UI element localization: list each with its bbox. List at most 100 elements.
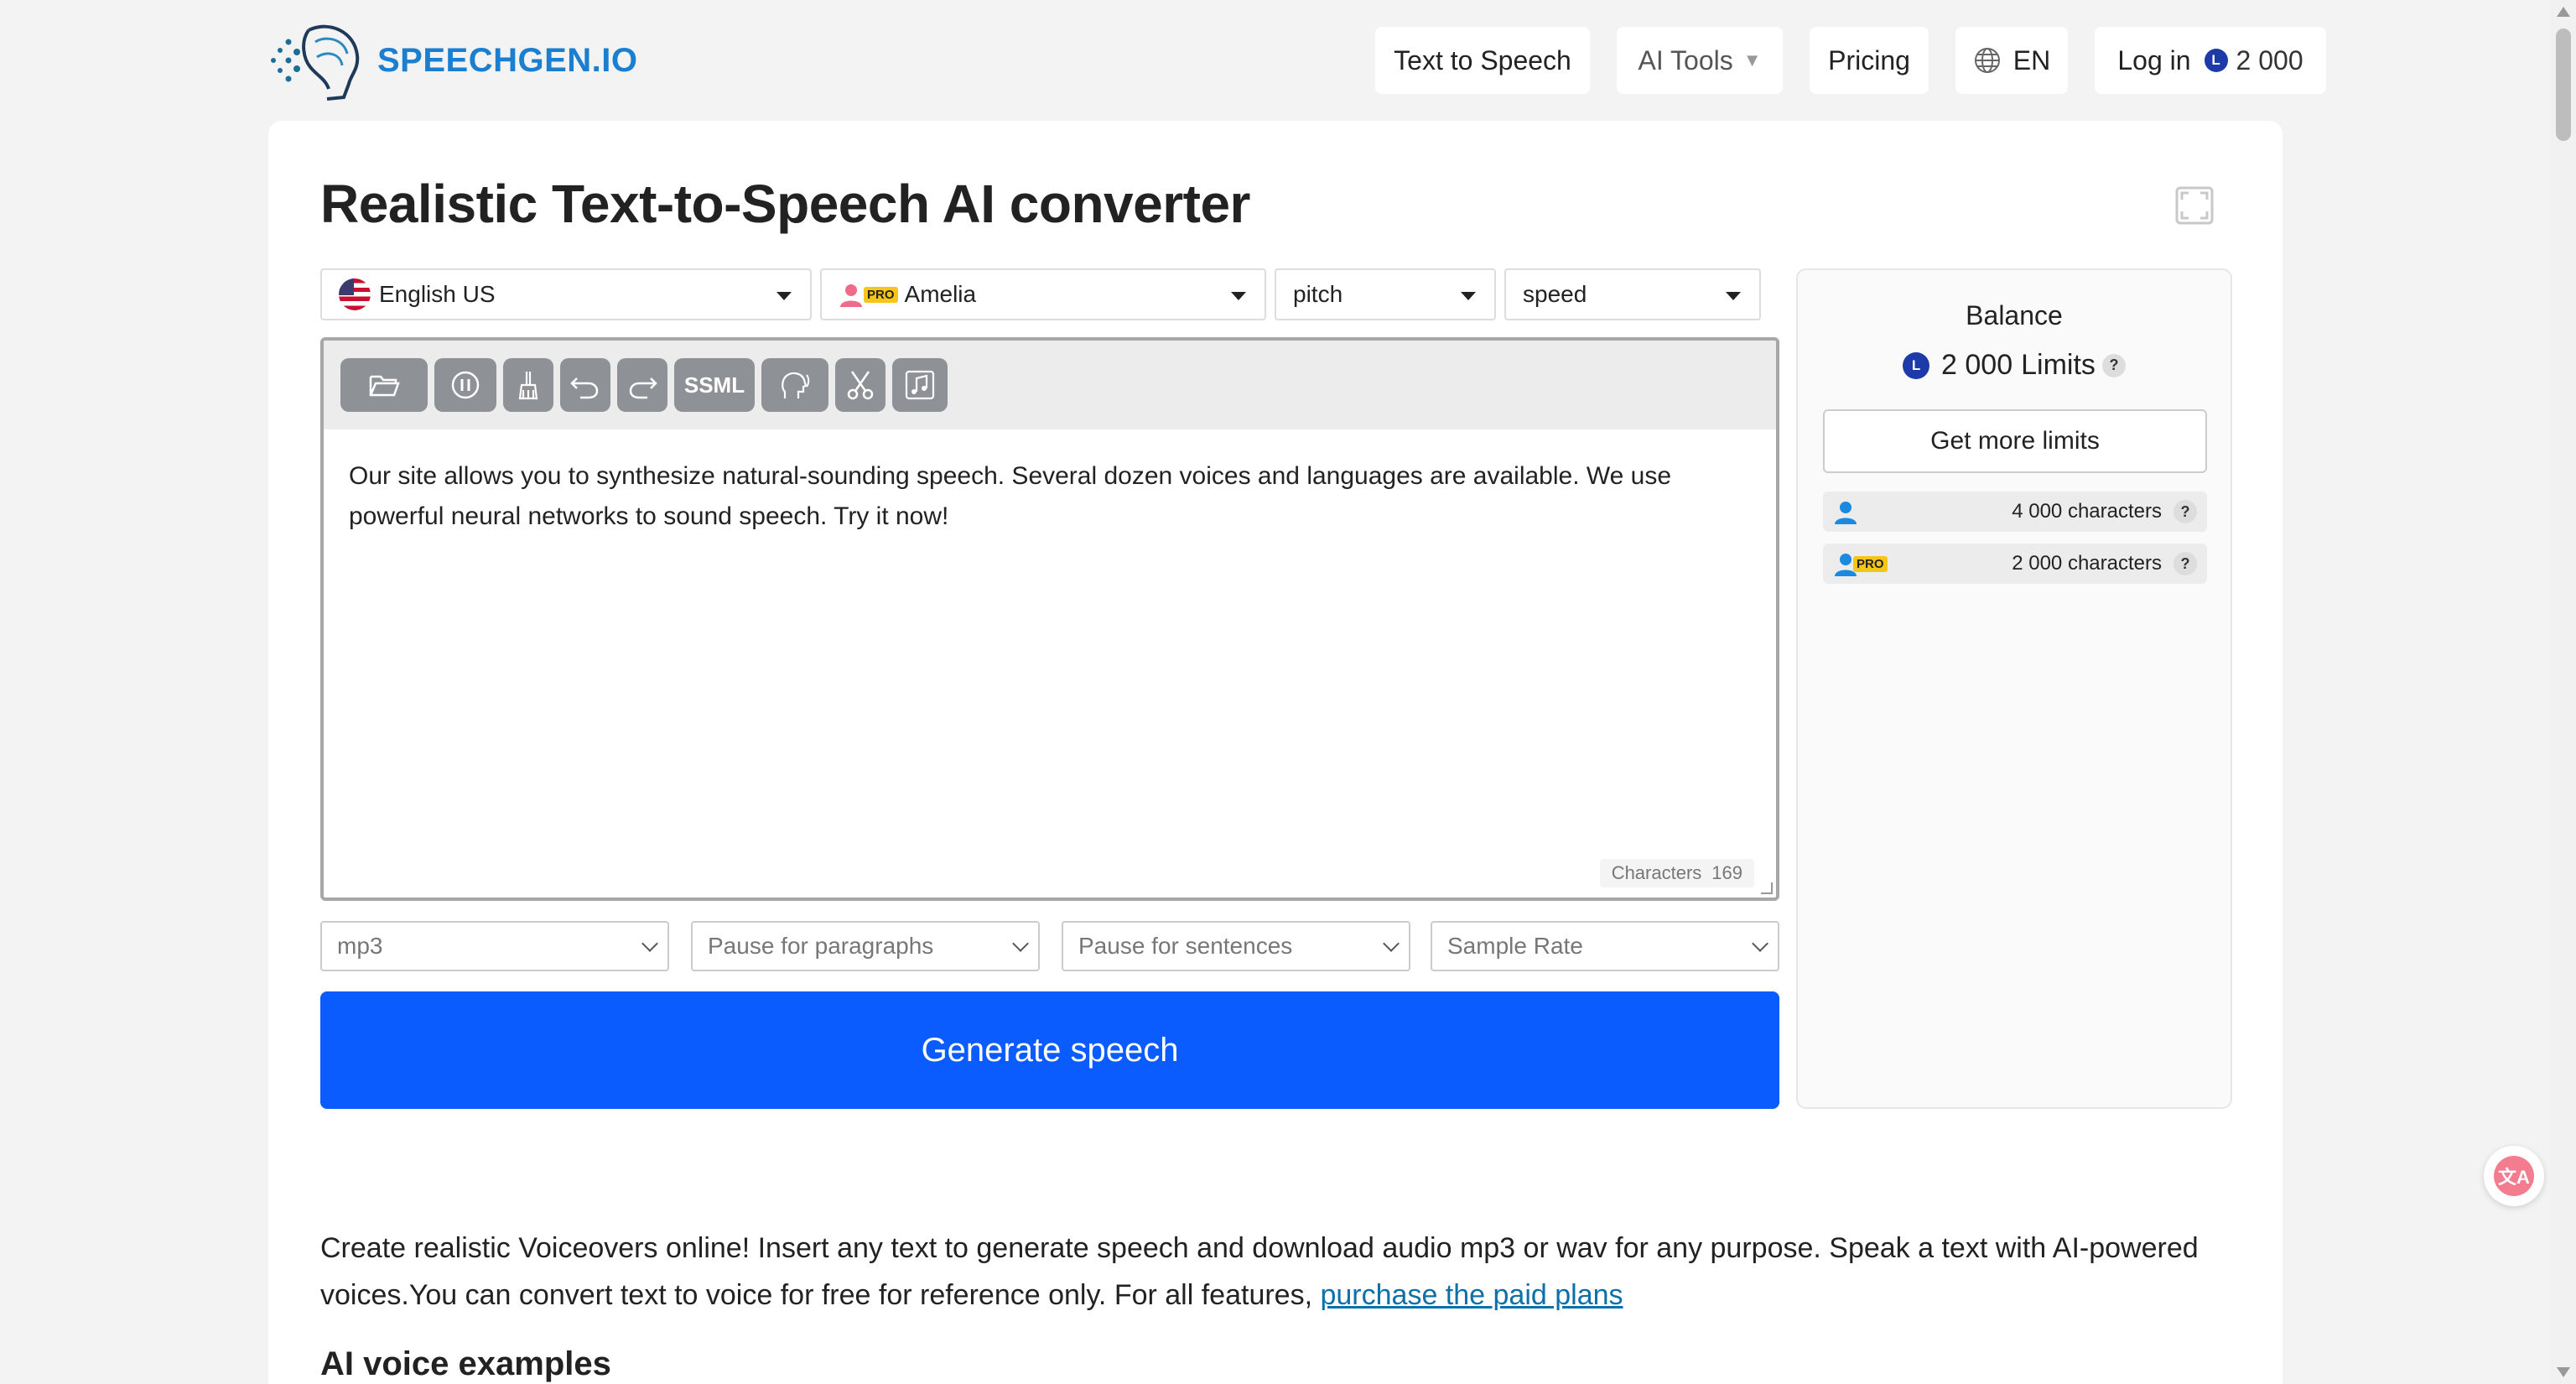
pause-sentences-value: Pause for sentences [1078, 933, 1293, 959]
scissors-icon [847, 371, 874, 400]
limits-coin-icon: L [2204, 49, 2228, 72]
site-logo[interactable]: SPEECHGEN.IO [267, 17, 669, 104]
login-balance: 2 000 [2236, 44, 2303, 75]
music-icon [905, 370, 935, 400]
logo-text: SPEECHGEN.IO [377, 41, 638, 79]
nav-ai-tools-label: AI Tools [1638, 44, 1733, 75]
ssml-label: SSML [683, 372, 745, 398]
login-label: Log in [2117, 44, 2191, 75]
nav-pricing[interactable]: Pricing [1810, 27, 1929, 94]
chevron-down-icon [1012, 935, 1029, 952]
nav-pricing-label: Pricing [1828, 44, 1910, 75]
limit-row-pro: PRO 2 000 characters ? [1823, 544, 2207, 584]
folder-open-icon [369, 375, 400, 397]
help-icon[interactable]: ? [2101, 353, 2126, 377]
us-flag-icon [339, 278, 371, 310]
pause-paragraphs-value: Pause for paragraphs [708, 933, 934, 959]
char-count-value: 169 [1711, 862, 1742, 883]
editor-toolbar: SSML [324, 341, 1776, 429]
broom-icon [518, 372, 538, 400]
balance-panel: Balance L 2 000 Limits ? Get more limits… [1796, 268, 2232, 1109]
translate-icon: 文A [2494, 1156, 2534, 1196]
pro-badge: PRO [864, 286, 898, 303]
paid-plans-link[interactable]: purchase the paid plans [1320, 1279, 1623, 1311]
help-icon[interactable]: ? [2174, 500, 2197, 523]
intro-text: Create realistic Voiceovers online! Inse… [320, 1232, 2199, 1311]
chevron-down-icon [641, 935, 658, 952]
voice-effects-button[interactable] [761, 358, 828, 412]
sample-rate-value: Sample Rate [1447, 933, 1583, 959]
caret-down-icon [776, 292, 792, 300]
speed-select[interactable]: speed [1504, 268, 1761, 320]
format-select-value: mp3 [337, 933, 383, 959]
character-counter: Characters 169 [1599, 859, 1754, 887]
clear-text-button[interactable] [503, 358, 553, 412]
insert-pause-button[interactable] [434, 358, 496, 412]
help-icon[interactable]: ? [2174, 552, 2197, 575]
limit-text: 2 000 characters [2012, 552, 2162, 575]
nav-text-to-speech[interactable]: Text to Speech [1375, 27, 1590, 94]
voice-select[interactable]: PRO Amelia [820, 268, 1266, 320]
redo-button[interactable] [617, 358, 667, 412]
ssml-button[interactable]: SSML [674, 358, 755, 412]
text-editor: SSML Our site allows you to synthesize n… [320, 337, 1779, 901]
limit-text: 4 000 characters [2012, 500, 2162, 523]
get-more-limits-label: Get more limits [1930, 427, 2100, 455]
login-button[interactable]: Log in L 2 000 [2095, 27, 2326, 94]
resize-handle[interactable] [1761, 882, 1773, 894]
editor-textarea[interactable]: Our site allows you to synthesize natura… [324, 429, 1776, 564]
scroll-down-icon[interactable] [2557, 1367, 2570, 1377]
background-music-button[interactable] [892, 358, 948, 412]
get-more-limits-button[interactable]: Get more limits [1823, 409, 2207, 473]
scroll-thumb[interactable] [2556, 29, 2571, 141]
generate-speech-label: Generate speech [921, 1031, 1179, 1069]
user-icon [1835, 502, 1857, 524]
intro-paragraph: Create realistic Voiceovers online! Inse… [320, 1225, 2232, 1319]
page-title: Realistic Text-to-Speech AI converter [320, 174, 1250, 234]
pitch-select-value: pitch [1293, 281, 1343, 307]
user-icon [840, 284, 862, 307]
undo-button[interactable] [560, 358, 610, 412]
format-select[interactable]: mp3 [320, 921, 669, 971]
speed-select-value: speed [1523, 281, 1587, 307]
pitch-select[interactable]: pitch [1275, 268, 1496, 320]
fullscreen-icon[interactable] [2175, 186, 2214, 225]
language-select[interactable]: English US [320, 268, 812, 320]
translate-button[interactable]: 文A [2484, 1146, 2544, 1206]
sample-rate-select[interactable]: Sample Rate [1431, 921, 1779, 971]
pro-badge: PRO [1853, 555, 1888, 572]
voice-head-icon [782, 372, 810, 398]
balance-title: Balance [1966, 300, 2063, 330]
page-scrollbar[interactable] [2551, 0, 2576, 1384]
caret-down-icon: ▼ [1742, 49, 1762, 70]
balance-value: 2 000 [1941, 349, 2013, 381]
balance-amount: L 2 000 Limits ? [1798, 349, 2231, 382]
chevron-down-icon [1383, 935, 1400, 952]
undo-icon [570, 377, 599, 399]
chevron-down-icon [1752, 935, 1768, 952]
limits-coin-icon: L [1903, 351, 1930, 379]
limit-row-free: 4 000 characters ? [1823, 492, 2207, 532]
redo-icon [629, 377, 657, 399]
pause-sentences-select[interactable]: Pause for sentences [1062, 921, 1410, 971]
nav-text-to-speech-label: Text to Speech [1394, 44, 1571, 75]
nav-ai-tools[interactable]: AI Tools ▼ [1617, 27, 1783, 94]
language-switcher[interactable]: EN [1955, 27, 2068, 94]
open-file-button[interactable] [340, 358, 428, 412]
char-count-label: Characters [1611, 862, 1702, 883]
voice-examples-heading: AI voice examples [320, 1345, 611, 1382]
caret-down-icon [1461, 292, 1476, 300]
scroll-up-icon[interactable] [2557, 7, 2570, 17]
cut-button[interactable] [835, 358, 886, 412]
pause-paragraphs-select[interactable]: Pause for paragraphs [691, 921, 1040, 971]
caret-down-icon [1231, 292, 1246, 300]
voice-select-value: Amelia [904, 281, 977, 307]
globe-icon [1974, 48, 2000, 73]
balance-unit: Limits [2021, 349, 2096, 381]
language-label: EN [2012, 44, 2051, 75]
generate-speech-button[interactable]: Generate speech [320, 991, 1779, 1109]
pause-icon [451, 371, 480, 399]
logo-head-icon [271, 24, 360, 101]
language-select-value: English US [379, 281, 496, 307]
caret-down-icon [1726, 292, 1741, 300]
